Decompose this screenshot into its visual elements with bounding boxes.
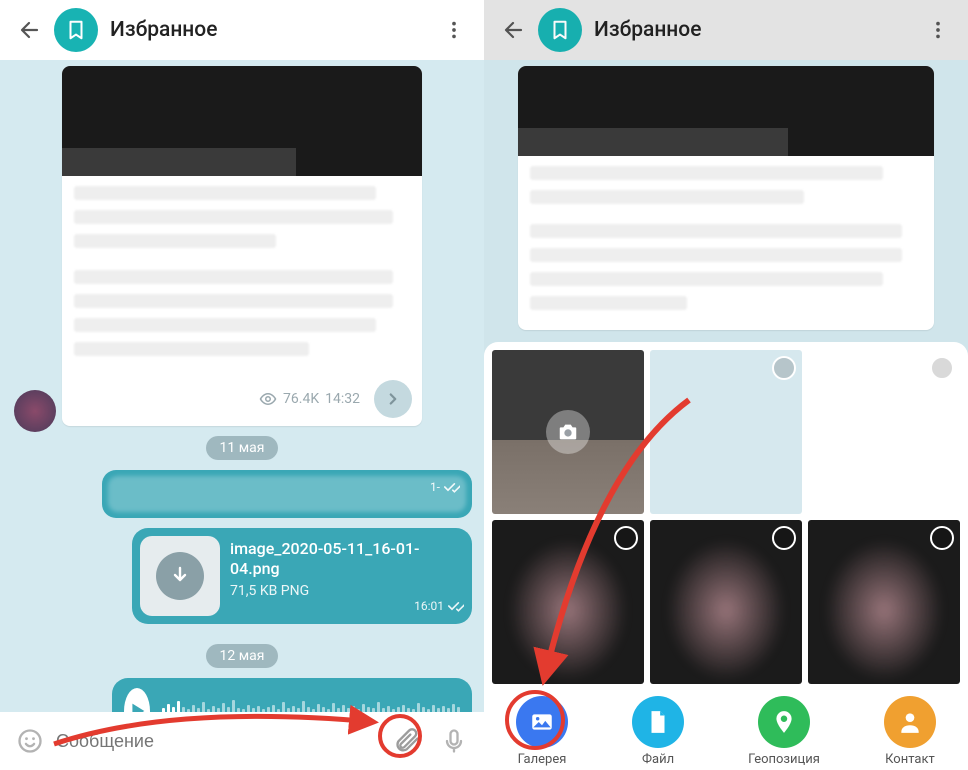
- waveform[interactable]: [162, 697, 460, 712]
- sender-avatar[interactable]: [14, 390, 56, 432]
- message-input[interactable]: [56, 731, 382, 752]
- play-button[interactable]: [124, 688, 150, 712]
- file-time: 16:01: [230, 599, 464, 613]
- attachment-actions: Галерея Файл Геопозиция Контакт: [484, 692, 968, 770]
- camera-button[interactable]: [546, 410, 590, 454]
- composer: [0, 712, 484, 770]
- download-button[interactable]: [156, 552, 204, 600]
- gallery-grid: [492, 350, 960, 684]
- forwarded-text-body: [518, 156, 934, 330]
- voice-message[interactable]: 00:09 06:14: [112, 678, 472, 712]
- action-file[interactable]: Файл: [632, 696, 684, 767]
- forwarded-message[interactable]: 76.4K 14:32: [62, 66, 422, 426]
- gallery-thumb-2[interactable]: [808, 350, 960, 514]
- action-file-label: Файл: [642, 752, 674, 767]
- file-name: image_2020-05-11_16-01-04.png: [230, 539, 464, 579]
- download-icon: [168, 564, 192, 588]
- date-separator: 11 мая: [12, 426, 472, 470]
- file-size: 71,5 KB PNG: [230, 579, 464, 599]
- forwarded-message: [518, 66, 934, 330]
- gallery-icon: [529, 709, 555, 735]
- paperclip-icon: [394, 727, 422, 755]
- back-arrow-icon: [18, 18, 42, 42]
- file-message[interactable]: image_2020-05-11_16-01-04.png 71,5 KB PN…: [132, 528, 472, 624]
- contact-icon: [897, 709, 923, 735]
- forwarded-text-body: [62, 176, 422, 376]
- camera-thumbnail[interactable]: [492, 350, 644, 514]
- action-location-label: Геопозиция: [748, 752, 820, 767]
- date-label: 11 мая: [206, 436, 279, 460]
- double-check-icon: [448, 600, 464, 612]
- attachment-sheet[interactable]: [484, 342, 968, 692]
- file-thumbnail[interactable]: [140, 536, 220, 616]
- action-contact[interactable]: Контакт: [884, 696, 936, 767]
- more-button[interactable]: [434, 10, 474, 50]
- chat-title[interactable]: Избранное: [110, 18, 434, 42]
- gallery-thumb-4[interactable]: [650, 520, 802, 684]
- select-circle[interactable]: [930, 526, 954, 550]
- date-separator-2: 12 мая: [12, 634, 472, 678]
- select-circle[interactable]: [772, 526, 796, 550]
- message-meta: 76.4K 14:32: [62, 376, 422, 426]
- header: Избранное: [0, 0, 484, 60]
- outgoing-message-1[interactable]: 1-: [102, 470, 472, 518]
- forwarded-image: [518, 66, 934, 156]
- action-location[interactable]: Геопозиция: [748, 696, 820, 767]
- forwarded-image: [62, 66, 422, 176]
- eye-icon: [259, 390, 277, 408]
- play-icon: [126, 700, 148, 712]
- views-count: 76.4K: [283, 391, 319, 407]
- action-gallery[interactable]: Галерея: [516, 696, 568, 767]
- go-to-message-button[interactable]: [374, 380, 412, 418]
- select-circle[interactable]: [930, 356, 954, 380]
- gallery-thumb-3[interactable]: [492, 520, 644, 684]
- attach-button[interactable]: [388, 721, 428, 761]
- file-info: image_2020-05-11_16-01-04.png 71,5 KB PN…: [230, 536, 464, 616]
- back-button[interactable]: [10, 10, 50, 50]
- select-circle[interactable]: [772, 356, 796, 380]
- smile-icon: [16, 727, 44, 755]
- action-gallery-label: Галерея: [518, 752, 567, 767]
- chevron-right-icon: [384, 390, 402, 408]
- forwarded-time: 14:32: [325, 391, 360, 407]
- location-icon: [771, 709, 797, 735]
- date-label-2: 12 мая: [206, 644, 279, 668]
- camera-icon: [557, 421, 579, 443]
- mic-button[interactable]: [434, 721, 474, 761]
- chat-avatar[interactable]: [54, 8, 98, 52]
- action-contact-label: Контакт: [885, 752, 935, 767]
- chat-body-right: [484, 60, 968, 342]
- file-icon: [645, 709, 671, 735]
- mic-icon: [440, 727, 468, 755]
- attachment-sheet-screen: Избранное: [484, 0, 968, 770]
- gallery-thumb-5[interactable]: [808, 520, 960, 684]
- gallery-thumb-1[interactable]: [650, 350, 802, 514]
- more-vertical-icon: [443, 19, 465, 41]
- double-check-icon: [444, 481, 460, 493]
- chat-body[interactable]: 76.4K 14:32 11 мая 1- image_2020-05-1: [0, 60, 484, 712]
- bookmark-icon: [65, 19, 87, 41]
- chat-screen-left: Избранное 76.4K 14:32: [0, 0, 484, 770]
- select-circle[interactable]: [614, 526, 638, 550]
- emoji-button[interactable]: [10, 721, 50, 761]
